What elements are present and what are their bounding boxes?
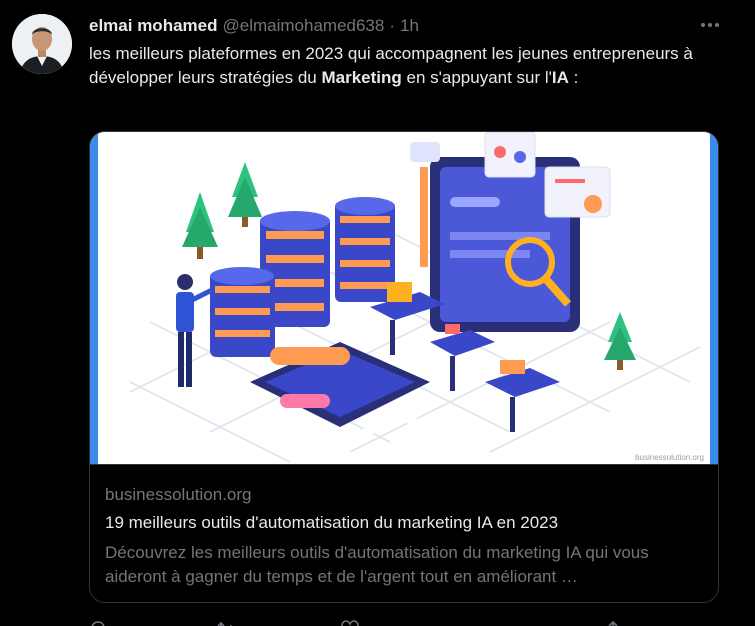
image-caption: businessolution.org xyxy=(635,453,704,462)
tweet-header: elmai mohamed @elmaimohamed638 · 1h xyxy=(89,16,419,36)
card-image[interactable]: businessolution.org xyxy=(90,132,718,464)
card-body[interactable]: businessolution.org 19 meilleurs outils … xyxy=(90,464,718,602)
tweet-text-bold-ia: IA xyxy=(551,68,569,87)
display-name[interactable]: elmai mohamed xyxy=(89,16,218,36)
card-title: 19 meilleurs outils d'automatisation du … xyxy=(105,513,559,532)
repost-icon[interactable] xyxy=(217,620,235,626)
avatar-photo xyxy=(12,14,72,74)
more-icon[interactable] xyxy=(699,14,721,36)
tweet[interactable]: elmai mohamed @elmaimohamed638 · 1h les … xyxy=(0,0,755,626)
tweet-text: les meilleurs plateformes en 2023 qui ac… xyxy=(89,42,729,90)
tweet-text-bold-marketing: Marketing xyxy=(321,68,402,87)
separator-dot: · xyxy=(389,16,396,35)
tweet-text-part: en s'appuyant sur l' xyxy=(401,68,552,87)
like-icon[interactable] xyxy=(341,620,359,626)
link-card[interactable]: businessolution.org businessolution.org … xyxy=(89,131,719,603)
timestamp[interactable]: 1h xyxy=(400,16,419,36)
card-domain: businessolution.org xyxy=(105,485,252,504)
reply-icon[interactable] xyxy=(89,620,107,626)
tweet-text-part: : xyxy=(568,68,579,87)
user-handle[interactable]: @elmaimohamed638 xyxy=(223,16,385,36)
share-icon[interactable] xyxy=(604,620,622,626)
avatar[interactable] xyxy=(12,14,72,74)
action-bar xyxy=(89,612,729,626)
card-description: Découvrez les meilleurs outils d'automat… xyxy=(105,543,649,586)
marketing-illustration xyxy=(90,132,718,464)
